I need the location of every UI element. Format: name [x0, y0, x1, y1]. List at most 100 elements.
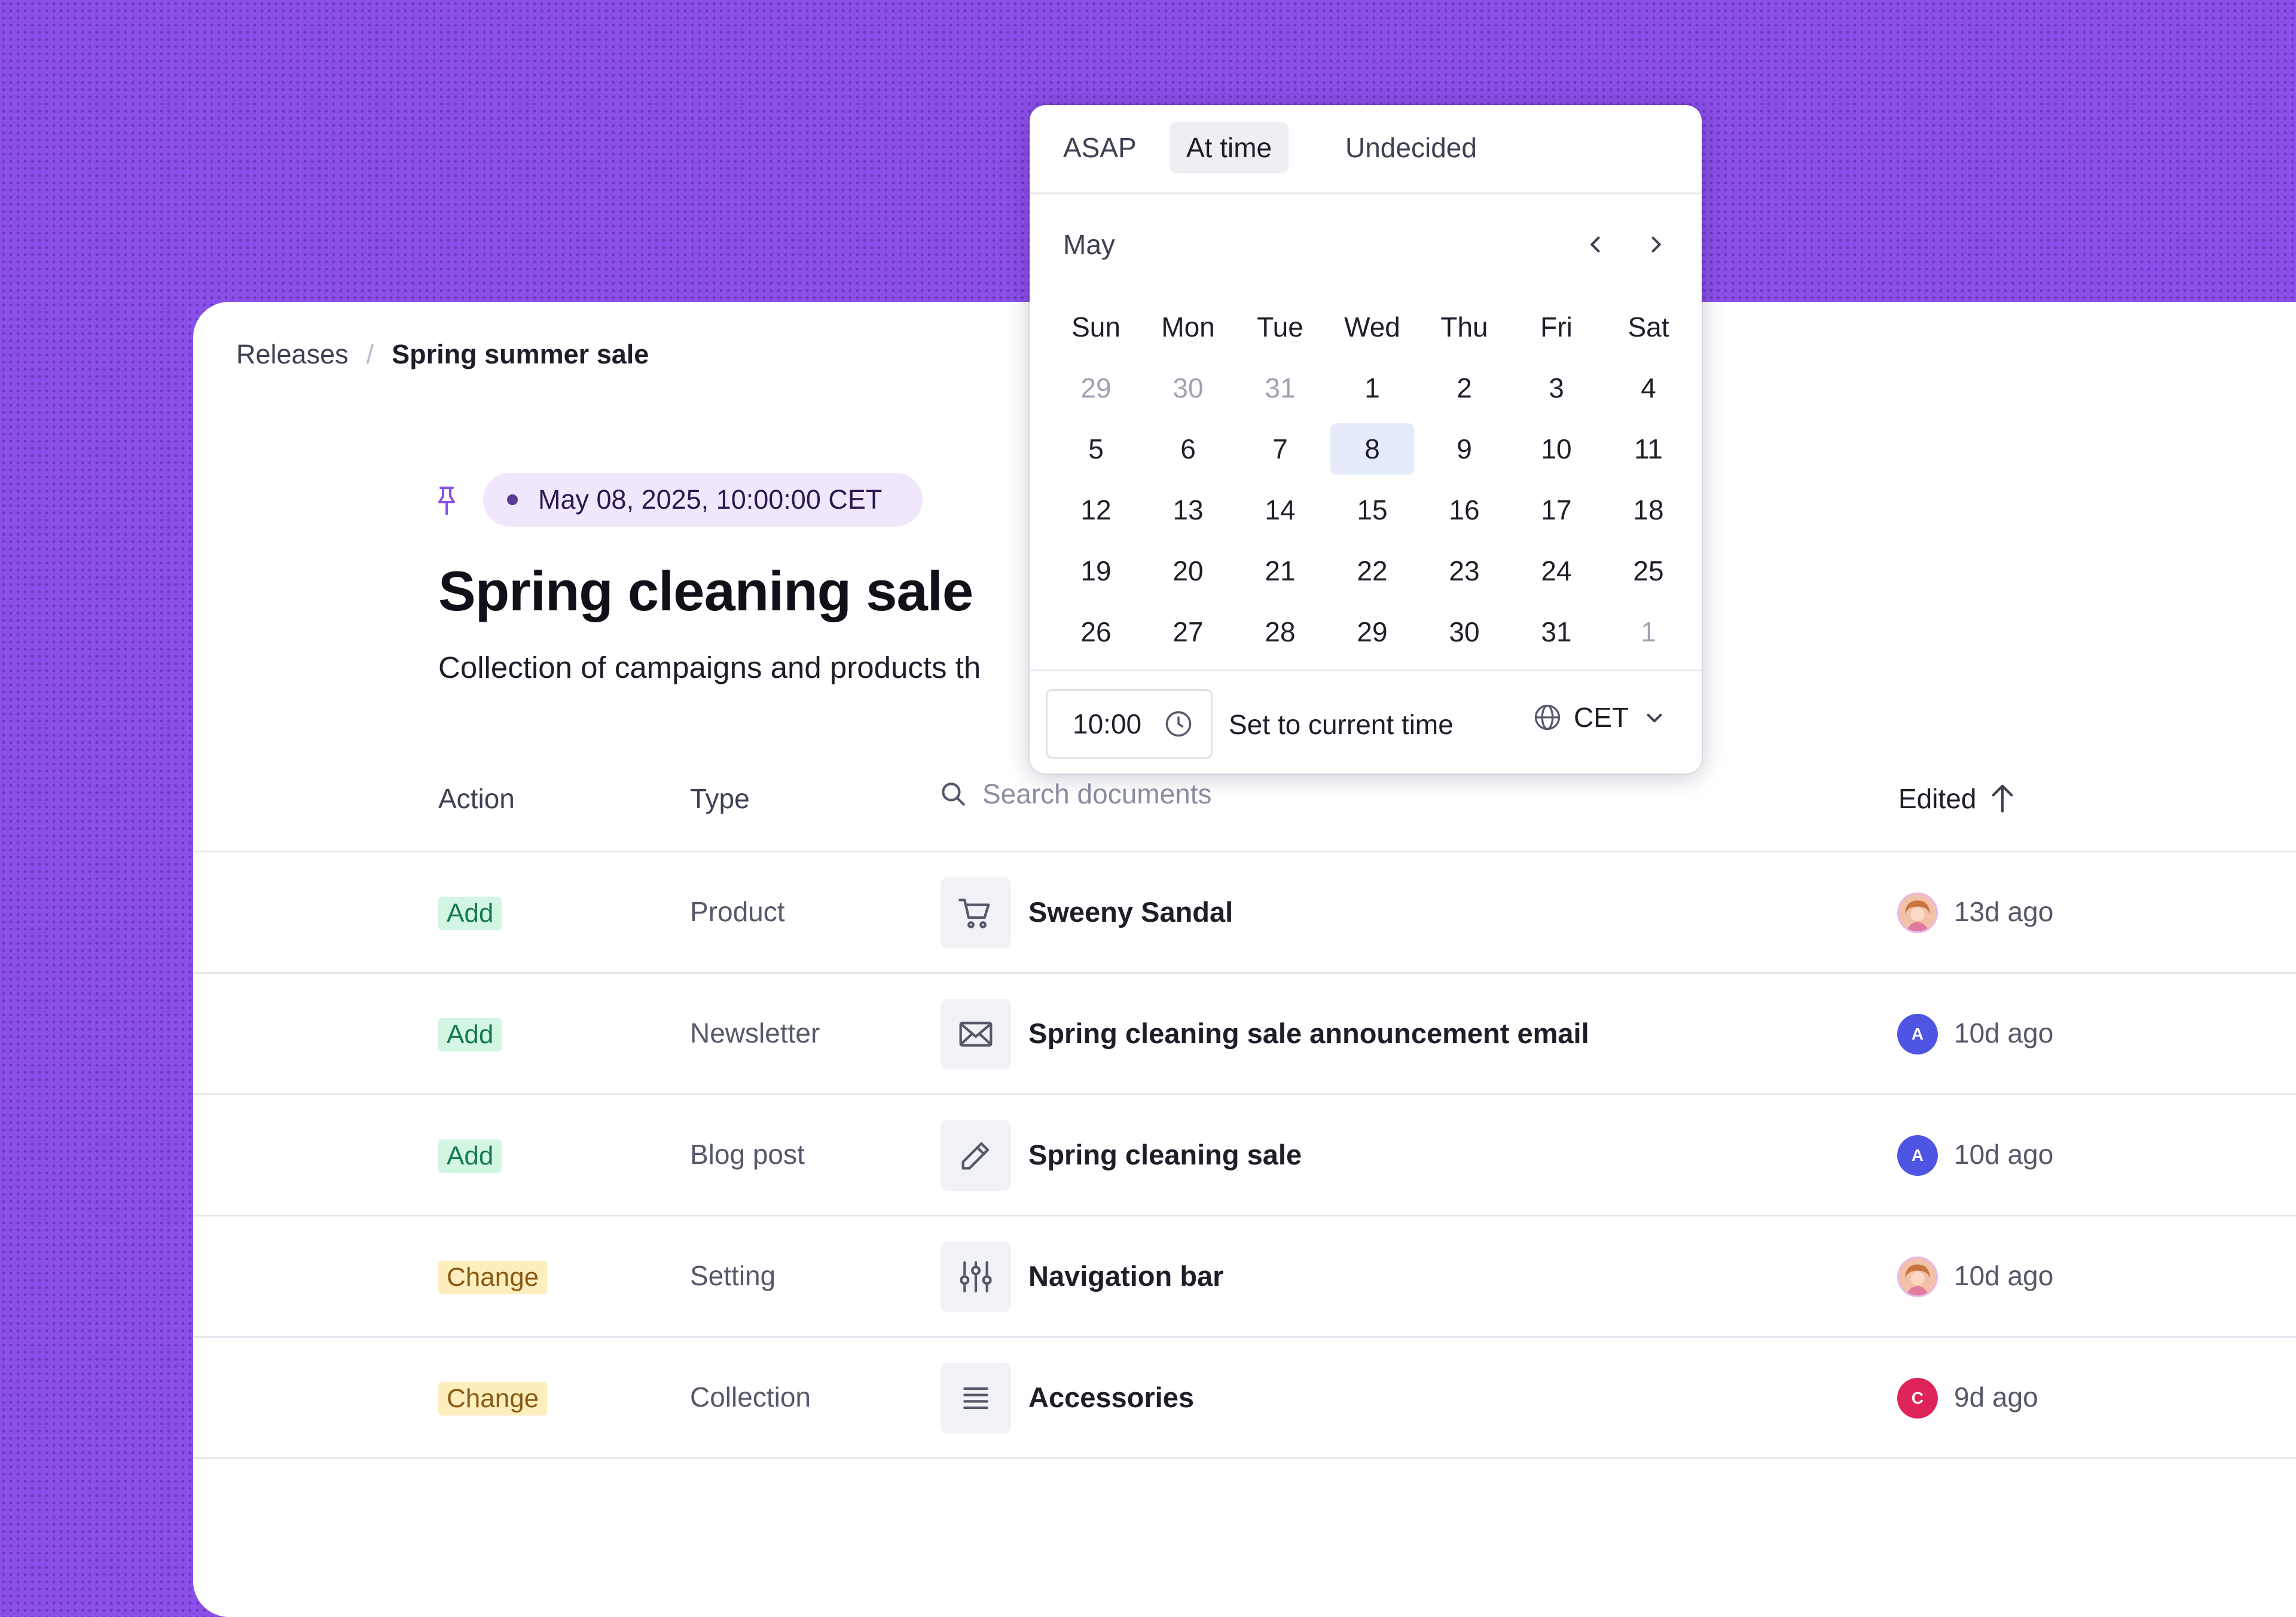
schedule-footer: Set to current time CET: [1030, 670, 1702, 774]
weekday-label: Sat: [1628, 311, 1669, 343]
column-header-edited-label: Edited: [1898, 783, 1977, 814]
breadcrumb-releases-link[interactable]: Releases: [236, 339, 349, 370]
pin-icon[interactable]: [432, 484, 461, 518]
calendar-day[interactable]: 23: [1422, 545, 1506, 597]
breadcrumb-separator: /: [366, 339, 374, 369]
table-row[interactable]: Change Collection Accessories C 9d ago: [193, 1336, 2296, 1459]
calendar-day[interactable]: 16: [1422, 484, 1506, 536]
clock-icon: [1165, 711, 1192, 737]
tab-at-time[interactable]: At time: [1170, 122, 1289, 173]
calendar-day[interactable]: 27: [1146, 606, 1230, 658]
calendar-day[interactable]: 13: [1146, 484, 1230, 536]
document-title[interactable]: Sweeny Sandal: [1028, 895, 1233, 928]
time-field[interactable]: [1046, 689, 1213, 759]
release-date-pill[interactable]: May 08, 2025, 10:00:00 CET: [483, 473, 923, 527]
schedule-tabs: ASAP At time Undecided: [1030, 105, 1702, 194]
calendar-day-outside-month[interactable]: 30: [1146, 362, 1230, 414]
calendar-day[interactable]: 26: [1054, 606, 1138, 658]
user-photo-icon: [1899, 1258, 1936, 1295]
calendar-day[interactable]: 31: [1515, 606, 1598, 658]
calendar-day[interactable]: 2: [1422, 362, 1506, 414]
calendar-day[interactable]: 7: [1238, 423, 1322, 475]
action-badge: Add: [438, 1018, 502, 1051]
document-title[interactable]: Navigation bar: [1028, 1260, 1223, 1292]
search-input[interactable]: [981, 777, 1522, 811]
calendar-day[interactable]: 6: [1146, 423, 1230, 475]
calendar-day[interactable]: 21: [1238, 545, 1322, 597]
calendar-day[interactable]: 14: [1238, 484, 1322, 536]
action-badge: Change: [438, 1261, 548, 1294]
document-title[interactable]: Spring cleaning sale announcement email: [1028, 1017, 1589, 1050]
sliders-icon: [960, 1261, 992, 1293]
document-title[interactable]: Accessories: [1028, 1381, 1194, 1414]
schedule-popover: ASAP At time Undecided May Sun Mon Tue W…: [1030, 105, 1702, 774]
document-title[interactable]: Spring cleaning sale: [1028, 1138, 1302, 1171]
calendar-day[interactable]: 12: [1054, 484, 1138, 536]
table-row[interactable]: Add Blog post Spring cleaning sale A 10d…: [193, 1093, 2296, 1216]
calendar-day[interactable]: 25: [1607, 545, 1690, 597]
timezone-select[interactable]: CET: [1532, 701, 1665, 733]
envelope-icon: [959, 1022, 993, 1047]
edited-time: 10d ago: [1954, 1017, 2054, 1049]
calendar-day[interactable]: 28: [1238, 606, 1322, 658]
calendar-day[interactable]: 19: [1054, 545, 1138, 597]
set-current-time-button[interactable]: Set to current time: [1229, 708, 1454, 741]
action-badge: Add: [438, 1139, 502, 1173]
breadcrumb-current: Spring summer sale: [392, 339, 649, 369]
column-header-type[interactable]: Type: [690, 782, 750, 815]
table-row[interactable]: Change Setting Navigation bar 10d ago: [193, 1215, 2296, 1338]
weekday-label: Fri: [1540, 311, 1573, 343]
previous-month-button[interactable]: [1576, 225, 1616, 264]
column-header-action[interactable]: Action: [438, 782, 515, 815]
document-icon-tile: [941, 1120, 1011, 1191]
globe-icon: [1534, 704, 1561, 730]
table-row[interactable]: Add Newsletter Spring cleaning sale anno…: [193, 972, 2296, 1095]
next-month-button[interactable]: [1636, 225, 1675, 264]
timezone-value: CET: [1574, 702, 1629, 733]
weekday-label: Wed: [1344, 311, 1400, 343]
weekday-label: Tue: [1257, 311, 1303, 343]
calendar-day[interactable]: 4: [1607, 362, 1690, 414]
calendar-day[interactable]: 10: [1515, 423, 1598, 475]
weekday-label: Sun: [1071, 311, 1120, 343]
time-input[interactable]: [1071, 707, 1158, 741]
type-cell: Collection: [690, 1381, 811, 1413]
table-row[interactable]: [193, 1457, 2296, 1581]
calendar-day-selected[interactable]: 8: [1330, 423, 1414, 475]
page-title: Spring cleaning sale: [438, 560, 973, 622]
calendar-day[interactable]: 29: [1330, 606, 1414, 658]
pencil-icon: [961, 1142, 990, 1170]
calendar-day[interactable]: 1: [1330, 362, 1414, 414]
edited-time: 13d ago: [1954, 896, 2054, 927]
calendar-week-row: 5 6 7 8 9 10 11: [1050, 418, 1698, 479]
document-icon-tile: [941, 878, 1011, 948]
calendar-day[interactable]: 15: [1330, 484, 1414, 536]
calendar-week-row: 26 27 28 29 30 31 1: [1050, 601, 1698, 662]
calendar-day[interactable]: 18: [1607, 484, 1690, 536]
user-photo-icon: [1899, 894, 1936, 931]
chevron-left-icon: [1590, 236, 1600, 253]
column-header-edited[interactable]: Edited: [1898, 782, 2016, 815]
calendar-day[interactable]: 5: [1054, 423, 1138, 475]
calendar-day[interactable]: 20: [1146, 545, 1230, 597]
type-cell: Newsletter: [690, 1017, 820, 1049]
calendar-day[interactable]: 24: [1515, 545, 1598, 597]
calendar-grid: Sun Mon Tue Wed Thu Fri Sat 29 30 31 1 2…: [1050, 296, 1698, 662]
tab-asap[interactable]: ASAP: [1050, 122, 1150, 173]
edited-time: 9d ago: [1954, 1381, 2038, 1413]
calendar-day[interactable]: 22: [1330, 545, 1414, 597]
calendar-day[interactable]: 9: [1422, 423, 1506, 475]
search-box: [938, 777, 1522, 811]
calendar-day-outside-month[interactable]: 1: [1607, 606, 1690, 658]
calendar-day[interactable]: 3: [1515, 362, 1598, 414]
calendar-day[interactable]: 17: [1515, 484, 1598, 536]
cart-icon: [958, 898, 990, 928]
table-row[interactable]: Add Product Sweeny Sandal 13d ago: [193, 851, 2296, 974]
tab-undecided[interactable]: Undecided: [1332, 122, 1490, 173]
calendar-day[interactable]: 30: [1422, 606, 1506, 658]
calendar-day[interactable]: 11: [1607, 423, 1690, 475]
weekday-label: Thu: [1440, 311, 1488, 343]
calendar-day-outside-month[interactable]: 29: [1054, 362, 1138, 414]
calendar-day-outside-month[interactable]: 31: [1238, 362, 1322, 414]
document-icon-tile: [941, 999, 1011, 1069]
